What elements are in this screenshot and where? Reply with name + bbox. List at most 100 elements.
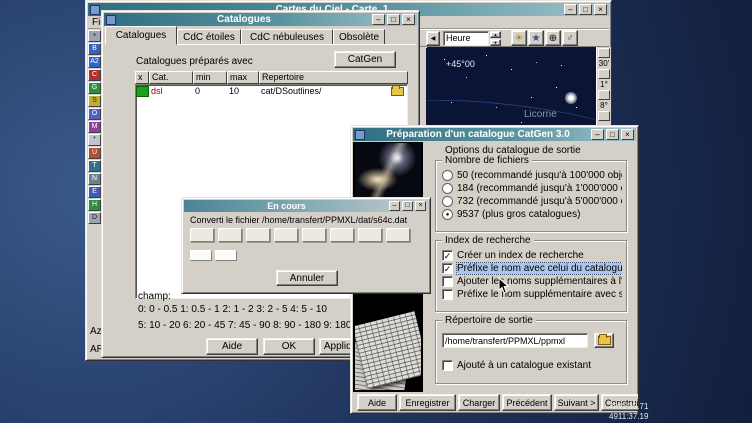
progress-message: Converti le fichier /home/transfert/PPMX… [190,215,426,225]
left-toolbar-icon-11[interactable]: N [88,173,101,185]
tab-catalogues[interactable]: Catalogues [105,26,177,45]
desktop-corner-readout: 4911:25.71 4911:37.19 [609,402,648,422]
left-toolbar-icon-10[interactable]: T [88,160,101,172]
fov-button-2[interactable] [598,69,610,79]
left-toolbar-icon-5[interactable]: S [88,95,101,107]
catalogues-titlebar[interactable]: Catalogues – □ × [104,13,417,26]
checkbox-icon [442,289,453,300]
checkbox-label: Préfixe le nom supplémentaire avec son l… [457,289,622,300]
left-toolbar-icon-3[interactable]: C [88,69,101,81]
radio-option-50[interactable]: 50 (recommandé jusqu'à 100'000 objets [442,169,622,182]
minimize-button[interactable]: – [372,14,385,25]
minimize-button[interactable]: – [564,4,577,15]
left-toolbar-icon-2[interactable]: A2 [88,56,101,68]
table-row[interactable]: dsl 0 10 cat/DSoutlines/ [136,85,407,97]
save-button[interactable]: Enregistrer [399,394,456,411]
previous-button[interactable]: Précédent [502,394,552,411]
maximize-button[interactable]: □ [606,129,619,140]
col-header-max[interactable]: max [227,71,259,84]
checkbox-label: Créer un index de recherche [457,250,584,261]
help-button[interactable]: Aide [206,338,258,355]
left-toolbar-icon-14[interactable]: D [88,212,101,224]
close-button[interactable]: × [415,201,426,211]
checkbox-label: Ajouté à un catalogue existant [457,360,591,371]
help-button[interactable]: Aide [357,394,397,411]
col-header-repertoire[interactable]: Repertoire [259,71,408,84]
window-icon [355,130,365,140]
left-toolbar-icon-9[interactable]: U [88,147,101,159]
champ-label: champ: [138,291,171,302]
fov-label-1deg: 1° [597,80,611,89]
folder-icon[interactable] [391,87,404,96]
left-toolbar-icon-1[interactable]: B [88,43,101,55]
close-button[interactable]: × [621,129,634,140]
progress-segment [386,228,410,242]
options-panel: Options du catalogue de sortie Nombre de… [423,142,636,392]
fov-button-4[interactable] [598,111,610,121]
radio-option-732[interactable]: 732 (recommandé jusqu'à 5'000'000 obje [442,195,622,208]
checkbox-add-extra-names[interactable]: Ajouter les noms supplémentaires à l'ind… [442,275,622,288]
radio-label: 184 (recommandé jusqu'à 1'000'000 obje [457,183,622,194]
col-header-min[interactable]: min [193,71,227,84]
checkbox-prefix-extra-label[interactable]: Préfixe le nom supplémentaire avec son l… [442,288,622,301]
tab-cdc-etoiles[interactable]: CdC étoiles [177,29,241,45]
tab-cdc-nebuleuses[interactable]: CdC nébuleuses [241,29,333,45]
left-toolbar-icon-12[interactable]: E [88,186,101,198]
progress-segment [246,228,270,242]
constellation-label: Licorne [524,109,557,120]
minimize-button[interactable]: – [389,201,400,211]
fov-button-3[interactable] [598,90,610,100]
minimize-button[interactable]: – [591,129,604,140]
catgen-titlebar[interactable]: Préparation d'un catalogue CatGen 3.0 – … [353,128,636,141]
radio-label: 732 (recommandé jusqu'à 5'000'000 obje [457,196,622,207]
close-button[interactable]: × [402,14,415,25]
ok-button[interactable]: OK [263,338,315,355]
close-button[interactable]: × [594,4,607,15]
catgen-button[interactable]: CatGen [334,51,396,68]
prev-arrow-button[interactable]: ◀ [426,31,440,46]
tab-obsolete[interactable]: Obsolète [333,29,385,45]
progress-bar-current [190,250,424,263]
folder-icon [598,336,611,345]
index-group: Index de recherche ✓ Créer un index de r… [435,240,627,312]
checkbox-append-existing[interactable]: Ajouté à un catalogue existant [442,359,622,372]
active-indicator[interactable] [136,86,149,97]
left-toolbar-icon-6[interactable]: O [88,108,101,120]
progress-titlebar[interactable]: En cours – □ × [184,200,428,212]
left-toolbar-icon-7[interactable]: M [88,121,101,133]
time-combobox[interactable]: Heure [443,31,489,46]
radio-option-9537[interactable]: ● 9537 (plus gros catalogues) [442,208,622,221]
left-toolbar-icon-4[interactable]: G [88,82,101,94]
maximize-button[interactable]: □ [387,14,400,25]
progress-bar-total [190,228,424,244]
spinner-down-icon[interactable]: ▼ [490,39,501,46]
maximize-button[interactable]: □ [402,201,413,211]
radio-icon: ● [442,209,453,220]
col-header-cat[interactable]: Cat. [149,71,193,84]
checkbox-create-index[interactable]: ✓ Créer un index de recherche [442,249,622,262]
fov-button-1[interactable] [598,48,610,58]
star-icon[interactable]: ★ [528,30,544,46]
left-toolbar-icon-8[interactable]: * [88,134,101,146]
progress-segment-filled [215,250,237,261]
output-path-input[interactable] [442,333,588,348]
next-button[interactable]: Suivant > [554,394,599,411]
files-group-title: Nombre de fichiers [442,155,532,166]
catalog-card-thumbnail [355,306,421,390]
col-header-x[interactable]: x [135,71,149,84]
left-toolbar-icon-13[interactable]: H [88,199,101,211]
sun-icon[interactable]: ☀ [511,30,527,46]
field-icon[interactable]: ⊕ [545,30,561,46]
output-group-title: Répertoire de sortie [442,315,536,326]
planet-icon[interactable]: ♂ [562,30,578,46]
left-toolbar-icon-0[interactable]: + [88,30,101,42]
maximize-button[interactable]: □ [579,4,592,15]
radio-option-184[interactable]: 184 (recommandé jusqu'à 1'000'000 obje [442,182,622,195]
spinner-up-icon[interactable]: ▲ [490,31,501,38]
cancel-button[interactable]: Annuler [276,270,338,286]
load-button[interactable]: Charger [458,394,500,411]
browse-folder-button[interactable] [594,333,614,348]
progress-segment [218,228,242,242]
mouse-cursor [498,277,510,295]
checkbox-prefix-catalog-name[interactable]: ✓ Préfixe le nom avec celui du catalogue [442,262,622,275]
